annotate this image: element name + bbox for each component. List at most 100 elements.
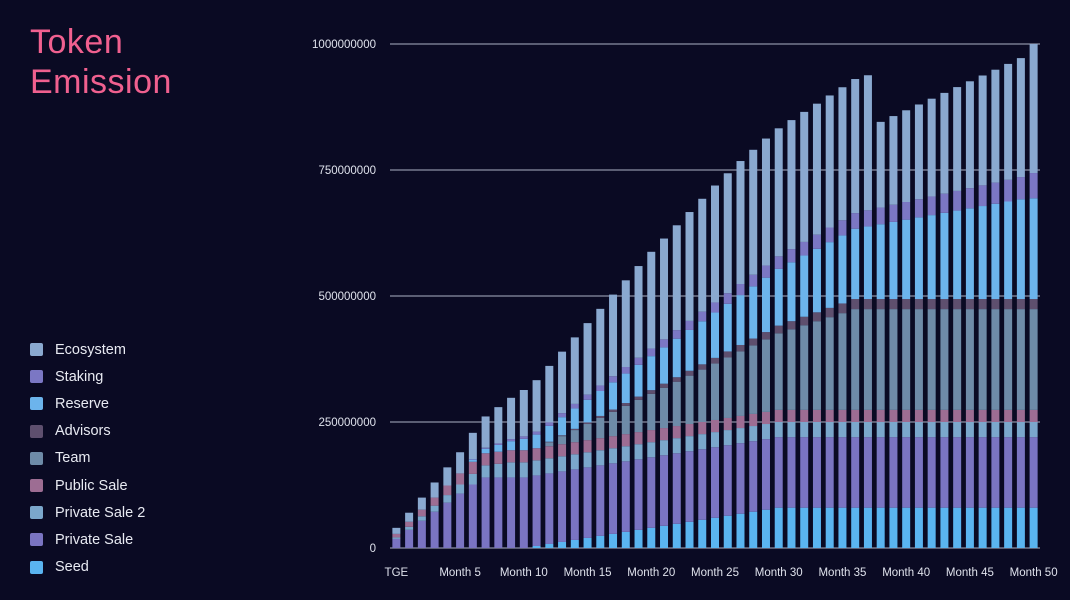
bar-segment — [519, 436, 528, 439]
bar-segment — [953, 299, 962, 310]
x-axis-tick-label: Month 45 — [946, 567, 994, 579]
bar-segment — [711, 517, 719, 548]
x-axis-tick-label: Month 30 — [755, 567, 803, 579]
bar-segment — [583, 394, 592, 400]
bar-segment — [672, 377, 681, 382]
x-axis-tick-label: Month 40 — [882, 567, 930, 579]
bar-segment — [1016, 58, 1025, 178]
bar-segment — [940, 193, 949, 213]
bar-segment — [787, 262, 796, 322]
bar-segment — [494, 407, 503, 444]
bar-segment — [660, 440, 669, 456]
bar-segment — [609, 294, 618, 377]
bar-segment — [991, 203, 1000, 300]
bar-segment — [940, 507, 949, 548]
bar-segment — [685, 424, 694, 437]
bar-segment — [698, 369, 707, 422]
bar-segment — [914, 299, 923, 310]
bar-segment — [863, 507, 872, 548]
bar-segment — [672, 453, 681, 524]
bar-segment — [417, 509, 426, 517]
bar-segment — [838, 507, 847, 548]
bar-segment — [800, 409, 809, 422]
bar-segment — [634, 357, 643, 365]
bar-segment — [1004, 299, 1013, 310]
bar-segment — [812, 248, 821, 313]
bar-segment — [978, 185, 987, 207]
bar-segment — [405, 512, 414, 522]
bar-segment — [456, 484, 465, 494]
bar-segment — [583, 467, 592, 538]
bar-segment — [417, 520, 426, 548]
bar-segment — [761, 509, 770, 548]
bar-segment — [889, 422, 898, 438]
bar-segment — [672, 225, 681, 331]
bar-segment — [749, 149, 758, 275]
bar-segment — [494, 463, 503, 478]
bar-segment — [698, 519, 707, 548]
bar-segment — [787, 329, 796, 410]
bar-segment — [621, 280, 630, 368]
bar-segment — [685, 370, 694, 376]
bar-segment — [863, 437, 872, 508]
bar-segment — [723, 357, 732, 418]
bar-segment — [889, 204, 898, 222]
bar-segment — [825, 307, 834, 318]
bar-segment — [787, 409, 796, 422]
bar-segment — [1029, 198, 1038, 300]
bar-segment — [1029, 437, 1038, 508]
bar-segment — [851, 422, 860, 438]
bar-segment — [863, 299, 872, 310]
bar-segment — [876, 121, 885, 208]
bar-segment — [711, 312, 719, 358]
bar-segment — [723, 445, 732, 516]
bar-segment — [711, 363, 719, 420]
bar-segment — [672, 330, 681, 339]
bar-segment — [736, 443, 745, 514]
bar-segment — [558, 541, 567, 548]
bar-segment — [991, 299, 1000, 310]
bar-segment — [825, 422, 834, 438]
bar-segment — [991, 309, 1000, 410]
bar-segment — [889, 437, 898, 508]
bar-segment — [889, 299, 898, 310]
bar-segment — [889, 309, 898, 410]
bar-segment — [417, 516, 426, 521]
bar-segment — [978, 437, 987, 508]
bar-segment — [685, 329, 694, 371]
bar-segment — [914, 507, 923, 548]
bar-segment — [800, 507, 809, 548]
bar-segment — [812, 103, 821, 235]
bar-segment — [774, 409, 783, 422]
bar-segment — [634, 432, 643, 445]
bar-segment — [953, 507, 962, 548]
bar-segment — [481, 447, 490, 449]
bar-segment — [851, 228, 860, 300]
bar-segment — [685, 436, 694, 452]
bar-segment — [914, 309, 923, 410]
bar-segment — [863, 409, 872, 422]
bar-segment — [927, 409, 936, 422]
bar-segment — [761, 439, 770, 510]
bar-segment — [647, 348, 656, 357]
bar-segment — [660, 525, 669, 548]
bar-segment — [761, 332, 770, 340]
y-axis-tick-label: 250000000 — [318, 417, 376, 429]
bar-segment — [902, 422, 911, 438]
bar-segment — [672, 338, 681, 378]
bar-segment — [519, 389, 528, 437]
bar-segment — [647, 251, 656, 349]
bar-segment — [596, 450, 605, 466]
bar-segment — [761, 265, 770, 278]
bar-segment — [838, 220, 847, 236]
bar-segment — [863, 226, 872, 300]
bar-segment — [698, 198, 707, 312]
bar-segment — [736, 284, 745, 296]
bar-segment — [774, 437, 783, 508]
bar-segment — [851, 309, 860, 410]
bar-segment — [494, 451, 503, 464]
bar-segment — [596, 415, 605, 418]
bar-segment — [609, 376, 618, 383]
bar-segment — [736, 295, 745, 345]
bar-segment — [889, 221, 898, 300]
